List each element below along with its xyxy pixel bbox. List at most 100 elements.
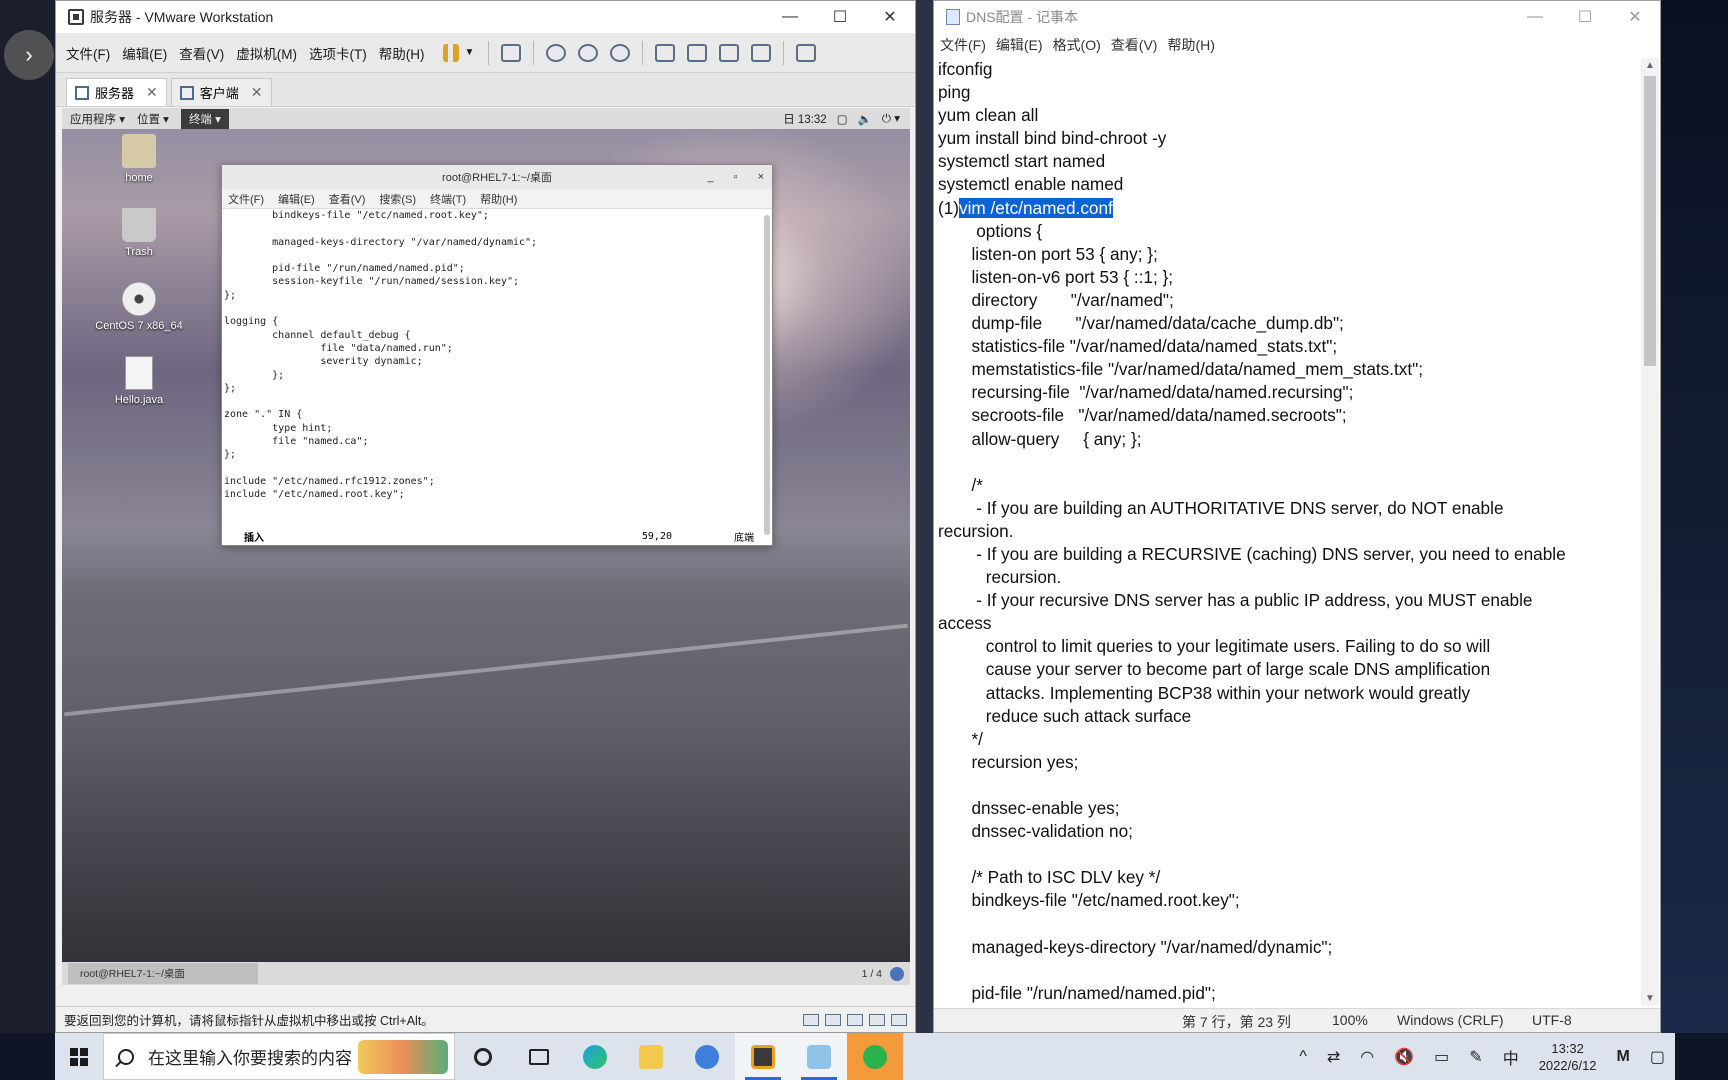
taskbar-edge[interactable] bbox=[567, 1033, 623, 1080]
notepad-titlebar[interactable]: DNS配置 - 记事本 — ☐ ✕ bbox=[934, 1, 1660, 33]
terminal-scrollbar[interactable] bbox=[764, 215, 770, 535]
ime-indicator[interactable]: 中 bbox=[1503, 1045, 1519, 1069]
console-view-icon[interactable] bbox=[687, 43, 708, 62]
terminal-titlebar[interactable]: root@RHEL7-1:~/桌面 _ ▫ × bbox=[222, 165, 772, 189]
desktop-icon-centos[interactable]: CentOS 7 x86_64 bbox=[89, 282, 189, 332]
tab-client[interactable]: 客户端 ✕ bbox=[170, 78, 272, 106]
panel-clock[interactable]: 日 13:32 bbox=[783, 111, 826, 127]
thumbnail-view-icon[interactable] bbox=[796, 43, 817, 62]
usb-icon[interactable] bbox=[869, 1013, 885, 1026]
network-adapter-icon[interactable] bbox=[847, 1013, 863, 1026]
revert-snapshot-icon[interactable] bbox=[578, 43, 599, 62]
guest-desktop[interactable]: 应用程序 ▾ 位置 ▾ 终端 ▾ 日 13:32 ▢ 🔈 ⏻ ▾ home Tr… bbox=[62, 108, 910, 985]
menu-vm[interactable]: 虚拟机(M) bbox=[236, 43, 297, 63]
close-icon[interactable]: ✕ bbox=[1610, 1, 1660, 33]
menu-view[interactable]: 查看(V) bbox=[179, 43, 224, 63]
taskbar-search[interactable]: 在这里输入你要搜索的内容 bbox=[103, 1033, 455, 1080]
full-screen-icon[interactable] bbox=[719, 43, 740, 62]
notepad-line: yum install bind bind-chroot -y bbox=[938, 128, 1167, 149]
desktop-icon-trash[interactable]: Trash bbox=[89, 208, 189, 258]
term-menu-help[interactable]: 帮助(H) bbox=[480, 191, 517, 207]
snapshot-icon[interactable] bbox=[546, 43, 567, 62]
np-menu-format[interactable]: 格式(O) bbox=[1053, 35, 1101, 55]
hard-disk-icon[interactable] bbox=[803, 1013, 819, 1026]
action-center-icon[interactable]: ▢ bbox=[1650, 1047, 1665, 1067]
scroll-down-icon[interactable]: ▼ bbox=[1645, 993, 1655, 1004]
notepad-line: dump-file "/var/named/data/cache_dump.db… bbox=[938, 313, 1344, 334]
taskbar-wechat[interactable] bbox=[847, 1033, 903, 1080]
tab-server[interactable]: 服务器 ✕ bbox=[66, 78, 167, 106]
back-arrow-icon[interactable]: › bbox=[4, 30, 54, 80]
snapshot-manager-icon[interactable] bbox=[610, 43, 631, 62]
close-icon[interactable]: × bbox=[758, 171, 764, 183]
terminal-launcher[interactable]: 终端 ▾ bbox=[180, 108, 229, 129]
power-icon[interactable]: ⏻ ▾ bbox=[882, 111, 900, 126]
places-menu[interactable]: 位置 ▾ bbox=[137, 111, 169, 127]
battery-icon[interactable]: ▭ bbox=[1434, 1047, 1449, 1067]
desktop-icon-home[interactable]: home bbox=[89, 134, 189, 184]
notepad-vertical-scrollbar[interactable]: ▲ ▼ bbox=[1641, 58, 1659, 1006]
task-view-button[interactable] bbox=[511, 1033, 567, 1080]
maximize-icon[interactable]: ☐ bbox=[1560, 1, 1610, 33]
term-menu-file[interactable]: 文件(F) bbox=[228, 191, 264, 207]
term-menu-terminal[interactable]: 终端(T) bbox=[430, 191, 466, 207]
maximize-icon[interactable]: ☐ bbox=[815, 1, 865, 33]
term-menu-view[interactable]: 查看(V) bbox=[329, 191, 366, 207]
vmware-titlebar[interactable]: 服务器 - VMware Workstation — ☐ ✕ bbox=[56, 1, 915, 33]
send-ctrl-alt-del-icon[interactable] bbox=[501, 43, 522, 62]
np-menu-edit[interactable]: 编辑(E) bbox=[996, 35, 1043, 55]
taskbar-app-blue[interactable] bbox=[679, 1033, 735, 1080]
scrollbar-thumb[interactable] bbox=[1644, 76, 1656, 366]
close-tab-icon[interactable]: ✕ bbox=[146, 84, 158, 101]
taskbar-vmware[interactable] bbox=[735, 1033, 791, 1080]
minimize-icon[interactable]: — bbox=[765, 1, 815, 33]
taskbar-file-explorer[interactable] bbox=[623, 1033, 679, 1080]
workspace-indicator[interactable]: 1 / 4 bbox=[862, 968, 882, 980]
term-menu-edit[interactable]: 编辑(E) bbox=[278, 191, 315, 207]
taskbar-terminal-item[interactable]: root@RHEL7-1:~/桌面 bbox=[68, 963, 258, 984]
menu-edit[interactable]: 编辑(E) bbox=[122, 43, 167, 63]
terminal-text[interactable]: bindkeys-file "/etc/named.root.key"; man… bbox=[222, 209, 762, 527]
notepad-line: - If you are building a RECURSIVE (cachi… bbox=[938, 543, 1566, 564]
np-menu-view[interactable]: 查看(V) bbox=[1111, 35, 1158, 55]
close-tab-icon[interactable]: ✕ bbox=[251, 84, 263, 101]
scroll-up-icon[interactable]: ▲ bbox=[1645, 60, 1655, 71]
minimize-icon[interactable]: _ bbox=[708, 171, 714, 183]
notepad-text-area[interactable]: ifconfig ping yum clean all yum install bin… bbox=[938, 58, 1638, 1013]
applications-menu[interactable]: 应用程序 ▾ bbox=[70, 111, 125, 127]
app-m-icon[interactable]: M bbox=[1617, 1048, 1630, 1066]
menu-help[interactable]: 帮助(H) bbox=[379, 43, 425, 63]
message-icon[interactable] bbox=[891, 1013, 907, 1026]
cortana-button[interactable] bbox=[455, 1033, 511, 1080]
np-menu-file[interactable]: 文件(F) bbox=[940, 35, 986, 55]
cd-drive-icon[interactable] bbox=[825, 1013, 841, 1026]
terminal-menubar: 文件(F) 编辑(E) 查看(V) 搜索(S) 终端(T) 帮助(H) bbox=[222, 189, 772, 209]
unity-icon[interactable] bbox=[751, 43, 772, 62]
menu-file[interactable]: 文件(F) bbox=[66, 43, 110, 63]
pause-icon[interactable] bbox=[442, 43, 459, 62]
network-settings-icon[interactable]: ⇄ bbox=[1327, 1047, 1340, 1067]
pause-dropdown-icon[interactable]: ▼ bbox=[465, 47, 475, 58]
np-menu-help[interactable]: 帮助(H) bbox=[1167, 35, 1214, 55]
volume-muted-icon[interactable]: 🔇 bbox=[1394, 1047, 1414, 1067]
maximize-icon[interactable]: ▫ bbox=[734, 171, 738, 183]
notepad-line: /* Path to ISC DLV key */ bbox=[938, 867, 1161, 888]
system-clock[interactable]: 13:32 2022/6/12 bbox=[1539, 1040, 1597, 1074]
volume-icon[interactable]: 🔈 bbox=[858, 112, 872, 126]
screen-icon[interactable]: ▢ bbox=[837, 112, 848, 126]
minimize-icon[interactable]: — bbox=[1510, 1, 1560, 33]
terminal-line: }; bbox=[224, 289, 237, 301]
terminal-window[interactable]: root@RHEL7-1:~/桌面 _ ▫ × 文件(F) 编辑(E) 查看(V… bbox=[221, 164, 773, 546]
close-icon[interactable]: ✕ bbox=[865, 1, 915, 33]
library-view-icon[interactable] bbox=[655, 43, 676, 62]
term-menu-search[interactable]: 搜索(S) bbox=[379, 191, 416, 207]
notepad-line: dnssec-enable yes; bbox=[938, 798, 1120, 818]
start-button[interactable] bbox=[55, 1033, 103, 1080]
wifi-icon[interactable]: ◠ bbox=[1360, 1047, 1374, 1067]
chevron-up-icon[interactable]: ^ bbox=[1299, 1048, 1307, 1066]
menu-tabs[interactable]: 选项卡(T) bbox=[309, 43, 367, 63]
taskbar-notepad[interactable] bbox=[791, 1033, 847, 1080]
pen-icon[interactable]: ✎ bbox=[1469, 1047, 1482, 1067]
desktop-icon-hello-java[interactable]: Hello.java bbox=[89, 356, 189, 406]
notification-icon[interactable] bbox=[890, 966, 904, 981]
